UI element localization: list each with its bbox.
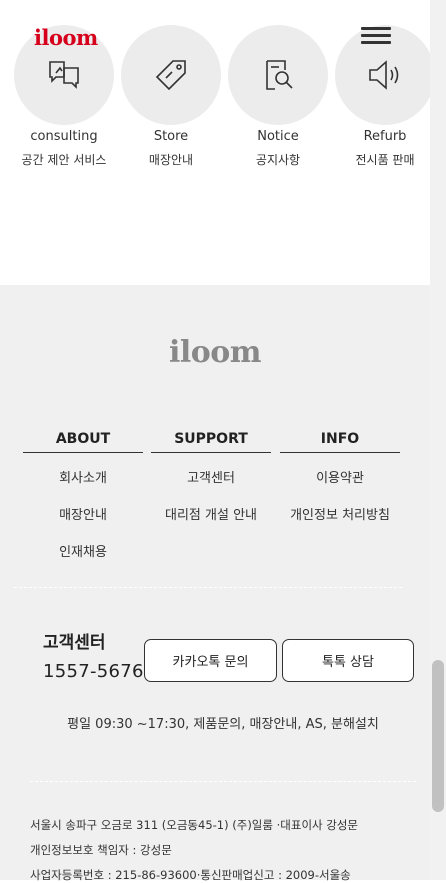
footer-link[interactable]: 인재채용	[23, 542, 143, 564]
top-section: iloom consulting 공간 제안 서비스 Store 매장안내 No…	[0, 0, 430, 285]
footer-link[interactable]: 매장안내	[23, 505, 143, 527]
service-circle[interactable]	[228, 25, 328, 125]
footer-link[interactable]: 이용약관	[280, 468, 400, 490]
hamburger-menu-icon[interactable]	[361, 27, 391, 45]
privacy-officer: 개인정보보호 책임자 : 강성문	[30, 843, 172, 857]
footer-column-info: INFO 이용약관 개인정보 처리방침	[280, 431, 400, 527]
customer-center-title: 고객센터	[43, 633, 106, 653]
company-address: 서울시 송파구 오금로 311 (오금동45-1) (주)일룸 ·대표이사 강성…	[30, 818, 358, 832]
footer-column-title: ABOUT	[23, 431, 143, 453]
service-subtitle: 매장안내	[148, 153, 194, 167]
footer-column-about: ABOUT 회사소개 매장안내 인재채용	[23, 431, 143, 564]
iloom-logo[interactable]: iloom	[34, 25, 98, 50]
footer-link[interactable]: 대리점 개설 안내	[151, 505, 271, 527]
service-title: Refurb	[363, 129, 407, 144]
service-title: Notice	[257, 129, 299, 144]
talktalk-chat-button[interactable]: 톡톡 상담	[282, 639, 414, 682]
price-tag-icon	[155, 60, 186, 91]
footer-link[interactable]: 회사소개	[23, 468, 143, 490]
service-subtitle: 공간 제안 서비스	[21, 153, 107, 167]
footer-link[interactable]: 개인정보 처리방침	[280, 505, 400, 527]
speaker-icon	[369, 60, 399, 90]
service-subtitle: 전시품 판매	[355, 153, 415, 167]
footer-logo: iloom	[168, 335, 262, 370]
service-notice[interactable]: Notice 공지사항	[228, 25, 328, 168]
site-footer: iloom ABOUT 회사소개 매장안내 인재채용 SUPPORT 고객센터 …	[0, 285, 430, 882]
footer-link[interactable]: 고객센터	[151, 468, 271, 490]
notice-search-icon	[266, 60, 293, 90]
service-title: Store	[153, 129, 189, 144]
consulting-icon	[49, 61, 79, 89]
divider	[30, 781, 416, 782]
service-store[interactable]: Store 매장안내	[121, 25, 221, 168]
service-refurb[interactable]: Refurb 전시품 판매	[335, 25, 430, 168]
service-title: consulting	[30, 129, 98, 144]
customer-center-phone[interactable]: 1557-5676	[43, 661, 144, 682]
service-subtitle: 공지사항	[255, 153, 301, 167]
service-circle[interactable]	[121, 25, 221, 125]
footer-column-support: SUPPORT 고객센터 대리점 개설 안내	[151, 431, 271, 527]
scrollbar-thumb[interactable]	[432, 660, 444, 812]
footer-column-title: SUPPORT	[151, 431, 271, 453]
kakao-inquiry-button[interactable]: 카카오톡 문의	[144, 639, 277, 682]
business-hours: 평일 09:30 ~17:30, 제품문의, 매장안내, AS, 분해설치	[67, 717, 379, 732]
business-registration: 사업자등록번호 : 215-86-93600·통신판매업신고 : 2009-서울…	[30, 868, 351, 882]
footer-column-title: INFO	[280, 431, 400, 453]
page-scrollbar[interactable]	[430, 0, 446, 880]
divider	[14, 587, 402, 588]
